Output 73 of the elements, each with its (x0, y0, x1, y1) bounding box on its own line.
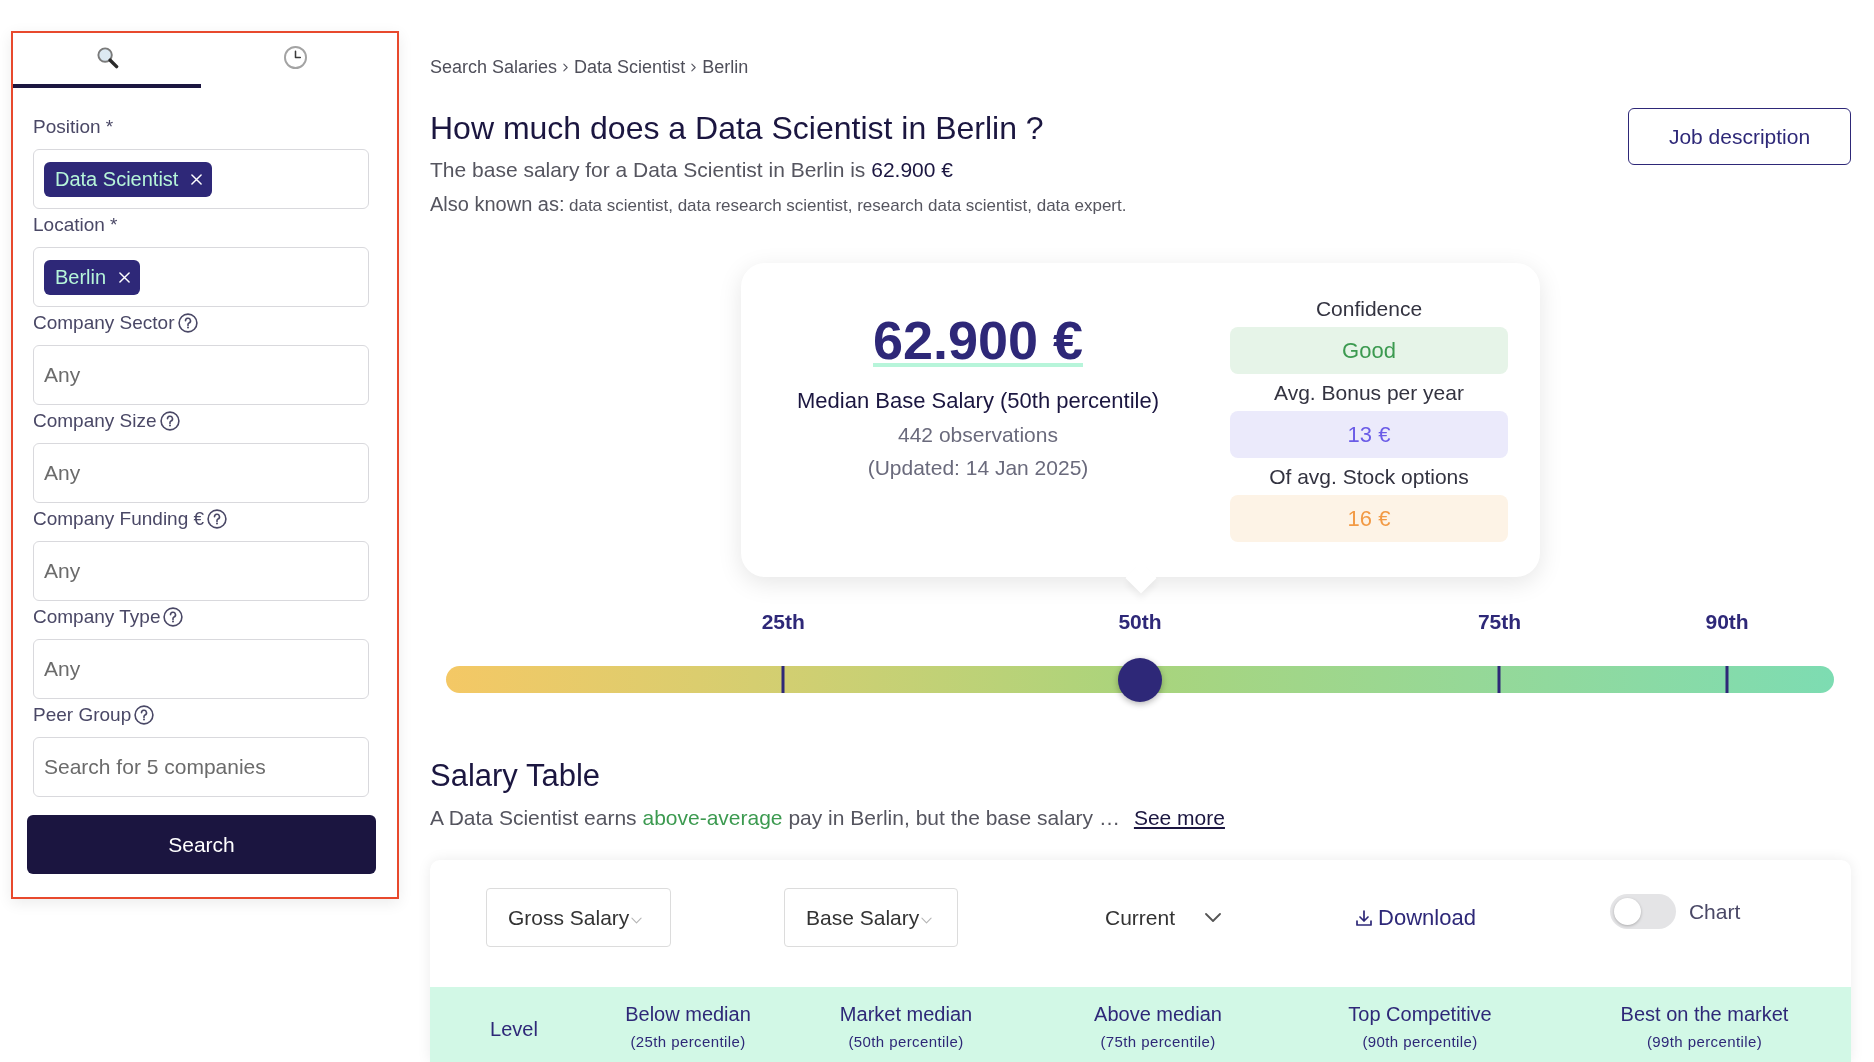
help-icon[interactable] (159, 411, 180, 431)
column-title: Top Competitive (1348, 1002, 1492, 1026)
see-more-link[interactable]: See more (1133, 806, 1225, 830)
remove-icon[interactable] (119, 271, 131, 283)
download-icon (1355, 908, 1374, 927)
median-salary-caption: Median Base Salary (50th percentile) (797, 387, 1159, 415)
chart-toggle[interactable] (1609, 894, 1676, 929)
chevron-right-icon (563, 62, 569, 72)
field-label: Company Size (33, 410, 157, 432)
section-heading: Salary Table (430, 757, 602, 795)
column-subtitle: (90th percentile) (1362, 1034, 1478, 1050)
metric-label: Avg. Bonus per year (1273, 381, 1465, 405)
percentile-label: 90th (1705, 610, 1749, 634)
clock-icon (283, 45, 307, 69)
salary-table-description: A Data Scientist earns above-average pay in Berlin, but the base salary … (430, 806, 1120, 830)
column-title: Above median (1094, 1002, 1222, 1026)
column-title: Level (490, 1017, 538, 1041)
column-title: Best on the market (1620, 1002, 1789, 1026)
column-title: Market median (839, 1002, 973, 1026)
page-title: How much does a Data Scientist in Berlin ? (430, 109, 1045, 147)
metric-label: Of avg. Stock options (1268, 465, 1470, 489)
observations-text: 442 observations (898, 422, 1058, 448)
help-icon[interactable] (163, 607, 184, 627)
toggle-label: Chart (1688, 898, 1741, 925)
breadcrumb-link[interactable]: Data Scientist (574, 57, 686, 77)
breadcrumb-link[interactable]: Search Salaries (430, 57, 558, 77)
field-label: Company Type (33, 606, 161, 628)
field-label: Company Sector (33, 312, 175, 334)
tag-input-field[interactable]: Data Scientist (33, 149, 369, 209)
breadcrumb-link[interactable]: Berlin (702, 57, 749, 77)
also-known-as-text: Also known as: data scientist, data research scientist, research data scientist, data expert. (430, 192, 1127, 217)
chevron-down-icon (631, 917, 643, 924)
percentile-label: 25th (761, 610, 805, 634)
median-salary-amount: 62.900 € (872, 317, 1084, 367)
dropdown-field[interactable]: Any (33, 639, 369, 699)
column-subtitle: (50th percentile) (848, 1034, 964, 1050)
help-icon[interactable] (177, 313, 198, 333)
search-field[interactable]: Search for 5 companies (33, 737, 369, 797)
filter-tag[interactable]: Data Scientist (44, 161, 213, 197)
field-label: Position * (33, 116, 114, 138)
confidence-value: Good (1230, 327, 1508, 374)
stock-options-value: 16 € (1230, 495, 1508, 542)
filter-tag[interactable]: Berlin (44, 259, 141, 295)
search-button[interactable]: Search (27, 815, 376, 874)
column-title: Below median (625, 1002, 751, 1026)
field-label: Peer Group (33, 704, 132, 726)
dropdown-field[interactable]: Any (33, 345, 369, 405)
download-link[interactable]: Download (1355, 888, 1476, 947)
dropdown-button[interactable]: Gross Salary (486, 888, 671, 947)
column-subtitle: (99th percentile) (1646, 1034, 1763, 1050)
bonus-value: 13 € (1230, 411, 1508, 458)
remove-icon[interactable] (191, 173, 203, 185)
metric-label: Confidence (1314, 297, 1424, 321)
dropdown-field[interactable]: Any (33, 541, 369, 601)
column-subtitle: (75th percentile) (1100, 1034, 1216, 1050)
chevron-right-icon (691, 62, 697, 72)
salary-summary-text: The base salary for a Data Scientist in Berlin is 62.900 € (430, 158, 954, 182)
percentile-label: 75th (1477, 610, 1522, 634)
help-icon[interactable] (207, 509, 228, 529)
field-label: Location * (33, 214, 118, 236)
updated-date-text: (Updated: 14 Jan 2025) (867, 455, 1089, 481)
chevron-down-icon (1205, 913, 1222, 922)
dropdown-button[interactable]: Base Salary (784, 888, 958, 947)
tag-input-field[interactable]: Berlin (33, 247, 369, 307)
dropdown-field[interactable]: Any (33, 443, 369, 503)
percentile-label: 50th (1118, 610, 1162, 634)
field-label: Company Funding € (33, 508, 205, 530)
job-description-button[interactable]: Job description (1628, 108, 1851, 165)
help-icon[interactable] (134, 705, 155, 725)
dropdown-button[interactable]: Current (1105, 888, 1222, 947)
column-subtitle: (25th percentile) (630, 1034, 746, 1050)
search-icon (95, 45, 119, 69)
chevron-down-icon (921, 917, 933, 924)
